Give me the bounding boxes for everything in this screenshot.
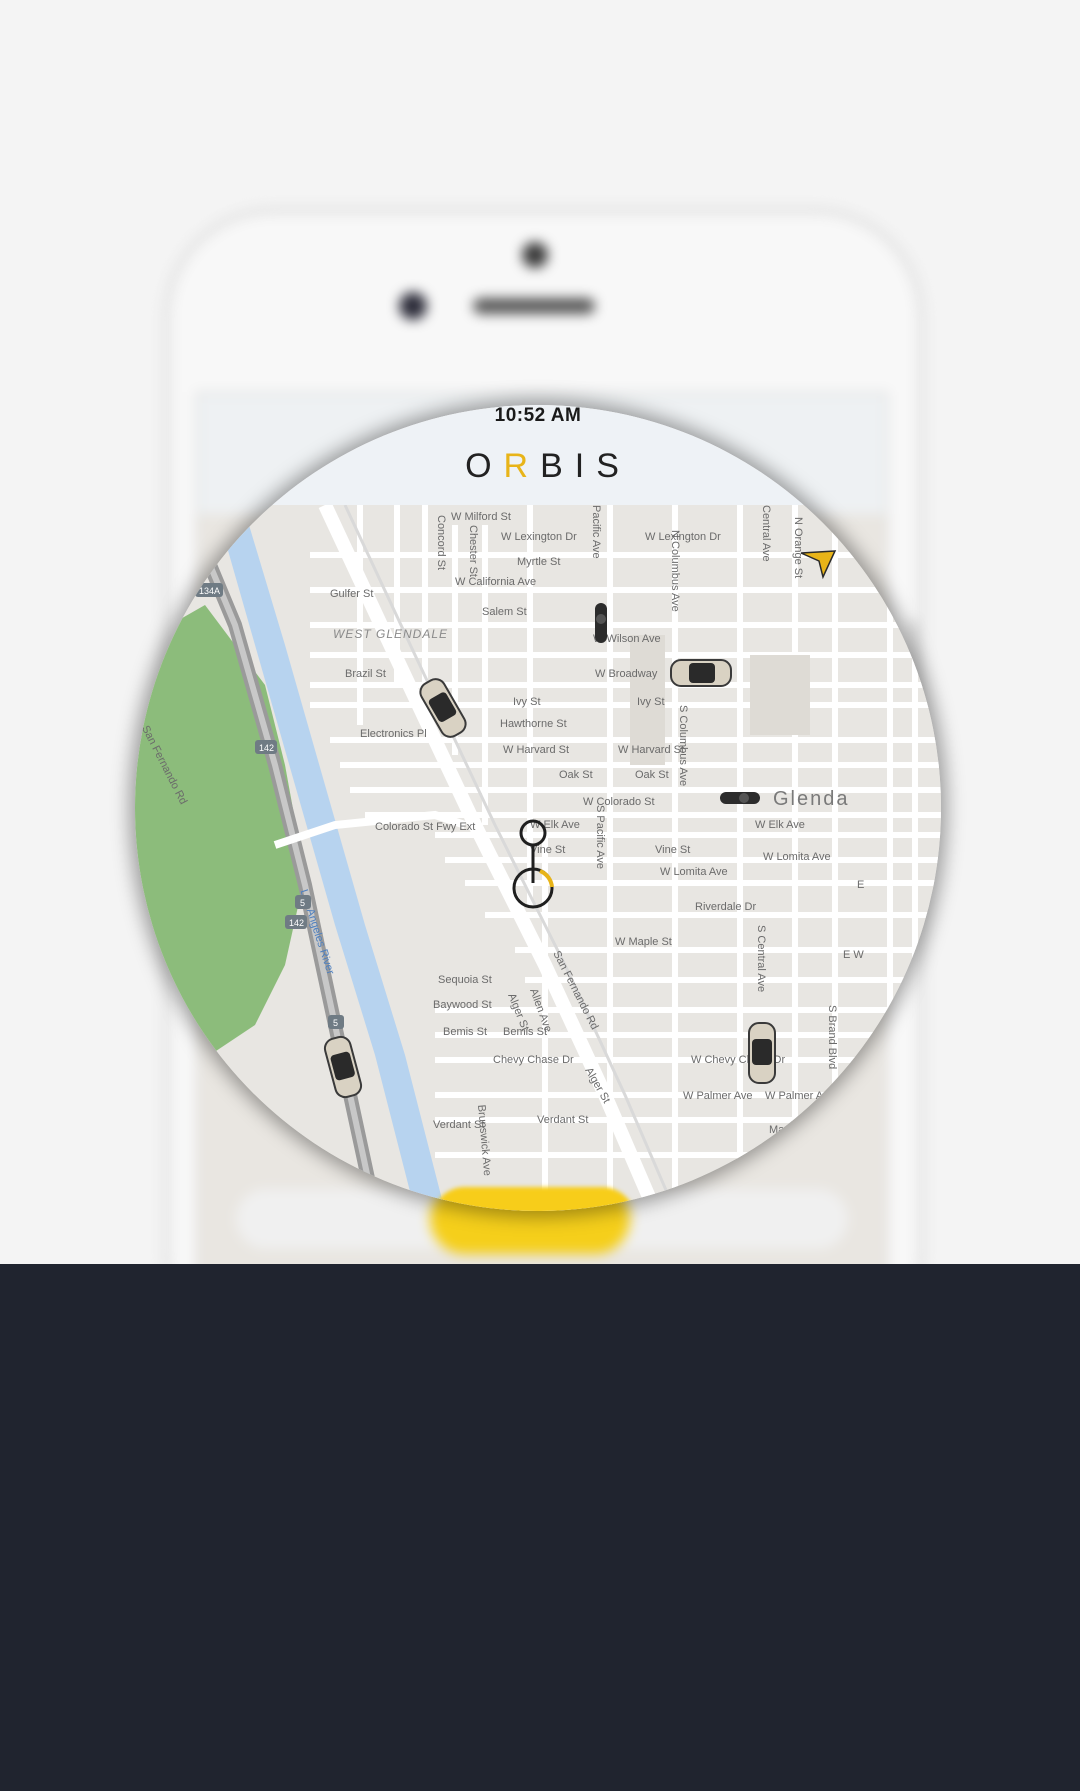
street-label: Salem St <box>482 606 527 618</box>
street-label: Colorado St Fwy Ext <box>375 821 475 833</box>
street-label: W Palmer Ave <box>765 1090 835 1102</box>
street-label: N Orange St <box>792 517 804 578</box>
highway-shield-label: 142 <box>289 918 304 928</box>
highway-shield-label: 5 <box>333 1018 338 1028</box>
map-view[interactable]: W Milford St W Lexington Dr W Lexington … <box>135 405 941 1211</box>
street-label: Electronics Pl <box>360 728 427 740</box>
logo-text-suffix: BIS <box>540 447 631 485</box>
street-label: N Columbus Ave <box>669 530 681 612</box>
bottom-dark-panel <box>0 1264 1080 1791</box>
city-label: Glenda <box>773 788 850 810</box>
street-label: E <box>857 879 864 891</box>
street-label: Chevy Chase Dr <box>493 1054 574 1066</box>
street-label: Oak St <box>559 769 593 781</box>
street-label: Myrtle St <box>517 556 560 568</box>
phone-camera <box>522 242 548 268</box>
background-area: W Milford St W Lexington Dr W Lexington … <box>0 0 1080 1264</box>
logo-text-accent: R <box>503 447 541 485</box>
street-label: Baywood St <box>433 999 492 1011</box>
street-label: Ivy St <box>637 696 665 708</box>
street-label: Bemis St <box>443 1026 487 1038</box>
street-label: Concord St <box>435 515 447 570</box>
street-label: Central Ave <box>760 505 772 562</box>
street-label: Gulfer St <box>330 588 373 600</box>
street-label: W Harvard St <box>618 744 684 756</box>
street-label: Oak St <box>635 769 669 781</box>
district-label: WEST GLENDALE <box>333 627 448 641</box>
street-label: S Columbus Ave <box>677 705 689 786</box>
street-label: W Palmer Ave <box>683 1090 753 1102</box>
highway-shield-label: 142 <box>259 743 274 753</box>
car-3-icon[interactable] <box>748 1022 776 1084</box>
street-label: Verdant St <box>537 1114 588 1126</box>
street-label: Hawthorne St <box>500 718 567 730</box>
street-label: Ivy St <box>513 696 541 708</box>
street-label: W California Ave <box>455 576 536 588</box>
request-ride-button[interactable] <box>431 1187 636 1211</box>
status-time: 10:52 AM <box>494 405 582 426</box>
car-2-icon[interactable] <box>670 659 732 687</box>
motorbike-1-icon[interactable] <box>595 603 607 643</box>
street-label: W Lexington Dr <box>501 531 577 543</box>
street-label: W Milford St <box>451 511 511 523</box>
street-label: Chester St <box>467 525 479 577</box>
street-label: W Harvard St <box>503 744 569 756</box>
phone-sensor <box>399 292 427 320</box>
street-label: W Lexington Dr <box>645 531 721 543</box>
motorbike-2-icon[interactable] <box>720 792 760 804</box>
street-label: Ma <box>769 1124 785 1136</box>
street-label: Pacific Ave <box>590 505 602 559</box>
street-label: W Lomita Ave <box>763 851 831 863</box>
map-block <box>750 655 810 735</box>
street-label: W Maple St <box>615 936 672 948</box>
highway-shield-label: 5 <box>300 898 305 908</box>
street-label: Riverdale Dr <box>695 901 756 913</box>
phone-speaker <box>473 298 595 314</box>
street-label: Sequoia St <box>438 974 492 986</box>
street-label: S Pacific Ave <box>594 805 606 869</box>
app-header: 10:52 AM ORBIS <box>135 405 941 505</box>
highway-shield-label: 134A <box>199 586 220 596</box>
street-label: W Broadway <box>595 668 658 680</box>
logo-text-prefix: O <box>465 447 504 485</box>
street-label: S Central Ave <box>755 925 767 992</box>
app-logo: ORBIS <box>135 447 941 486</box>
street-label: S Brand Blvd <box>826 1005 838 1069</box>
street-label: W Elk Ave <box>755 819 805 831</box>
street-label: W Colorado St <box>583 796 655 808</box>
street-label: W Lomita Ave <box>660 866 728 878</box>
street-label: E W <box>843 949 864 961</box>
magnifier-lens: W Milford St W Lexington Dr W Lexington … <box>135 405 941 1211</box>
street-label: Vine St <box>655 844 690 856</box>
street-label: Brazil St <box>345 668 386 680</box>
